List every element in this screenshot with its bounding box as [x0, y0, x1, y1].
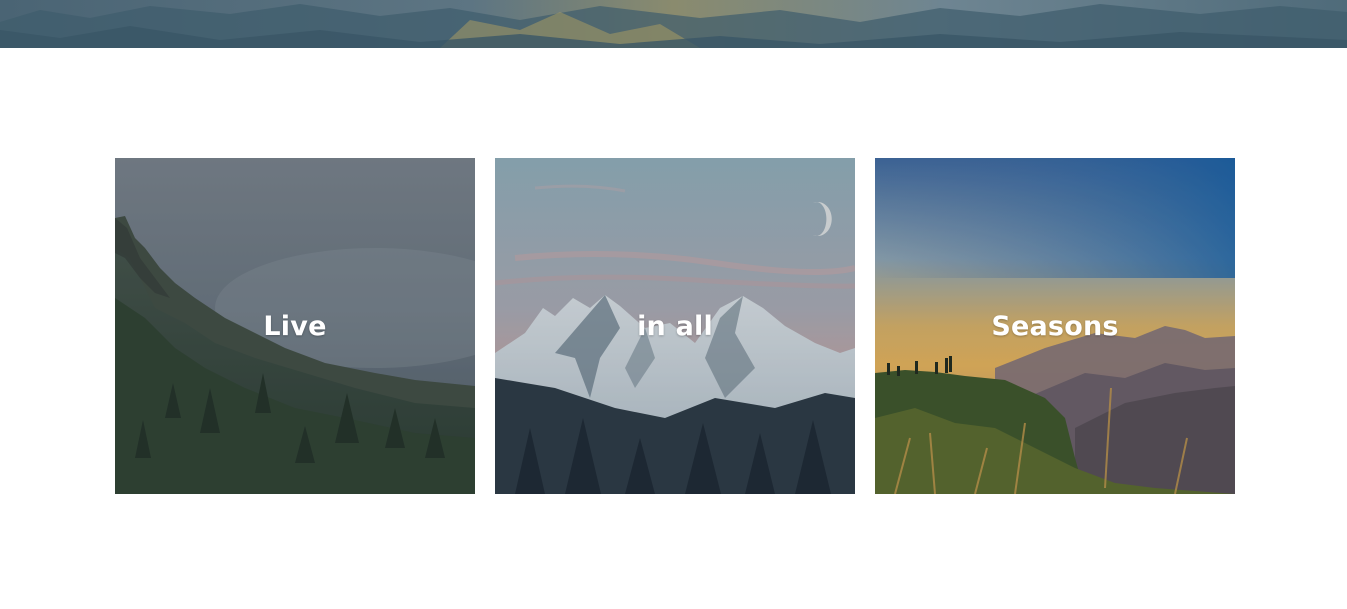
misty-forest-mountain-image [115, 158, 475, 494]
card-live[interactable]: Live [115, 158, 475, 494]
snowy-peaks-moon-image [495, 158, 855, 494]
card-seasons[interactable]: Seasons [875, 158, 1235, 494]
sunset-hills-hikers-image [875, 158, 1235, 494]
season-cards: Live in all Seasons [115, 158, 1235, 494]
card-in-all[interactable]: in all [495, 158, 855, 494]
hero-banner-image [0, 0, 1347, 48]
